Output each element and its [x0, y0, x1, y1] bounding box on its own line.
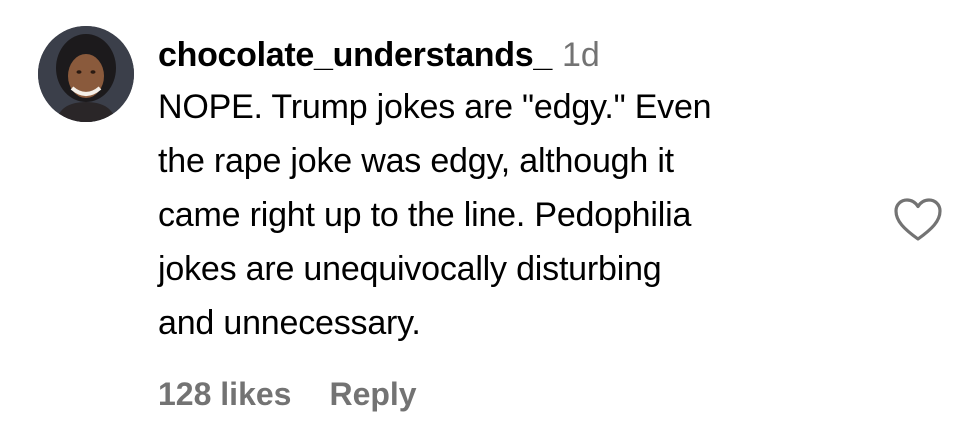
comment: chocolate_understands_ 1d NOPE. Trump jok…	[0, 0, 980, 448]
reply-button[interactable]: Reply	[329, 376, 416, 412]
comment-body: chocolate_understands_ 1d NOPE. Trump jok…	[158, 30, 858, 350]
username[interactable]: chocolate_understands_	[158, 36, 552, 74]
comment-actions: 128 likes Reply	[158, 376, 417, 413]
comment-header: chocolate_understands_ 1d	[158, 30, 858, 80]
avatar[interactable]	[38, 26, 134, 122]
likes-count-button[interactable]: 128 likes	[158, 376, 291, 412]
avatar-image	[38, 26, 134, 122]
comment-text-line: came right up to the line. Pedophilia	[158, 196, 692, 234]
timestamp[interactable]: 1d	[562, 36, 600, 74]
comment-text-line: the rape joke was edgy, although it	[158, 142, 674, 180]
comment-text-line: and unnecessary.	[158, 304, 421, 342]
comment-text: NOPE. Trump jokes are "edgy." Even the r…	[158, 80, 858, 350]
comment-text-line: jokes are unequivocally disturbing	[158, 250, 662, 288]
heart-outline-icon[interactable]	[892, 196, 944, 244]
comment-text-line: NOPE. Trump jokes are "edgy." Even	[158, 88, 712, 126]
